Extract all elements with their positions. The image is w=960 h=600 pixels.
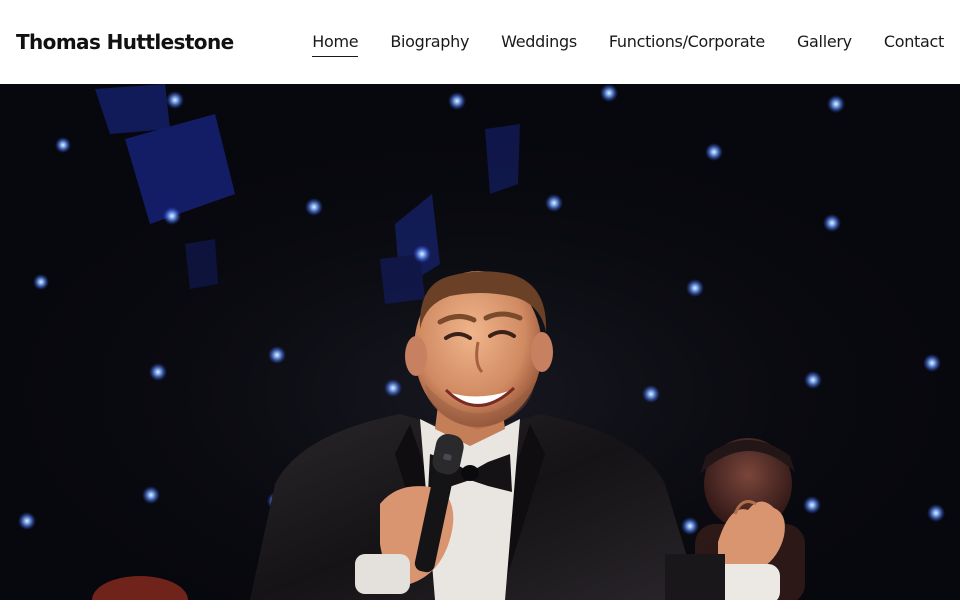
nav-link-functions-corporate[interactable]: Functions/Corporate	[609, 30, 765, 57]
nav-link-contact[interactable]: Contact	[884, 30, 944, 57]
nav-link-biography[interactable]: Biography	[390, 30, 469, 57]
site-header: Thomas Huttlestone Home Biography Weddin…	[0, 0, 960, 84]
nav-link-home[interactable]: Home	[312, 30, 359, 57]
hero-image	[0, 84, 960, 600]
nav-link-gallery[interactable]: Gallery	[797, 30, 852, 57]
main-nav: Home Biography Weddings Functions/Corpor…	[312, 30, 944, 57]
nav-link-weddings[interactable]: Weddings	[501, 30, 577, 57]
hero-banner	[0, 84, 960, 600]
site-title-link[interactable]: Thomas Huttlestone	[16, 28, 234, 56]
